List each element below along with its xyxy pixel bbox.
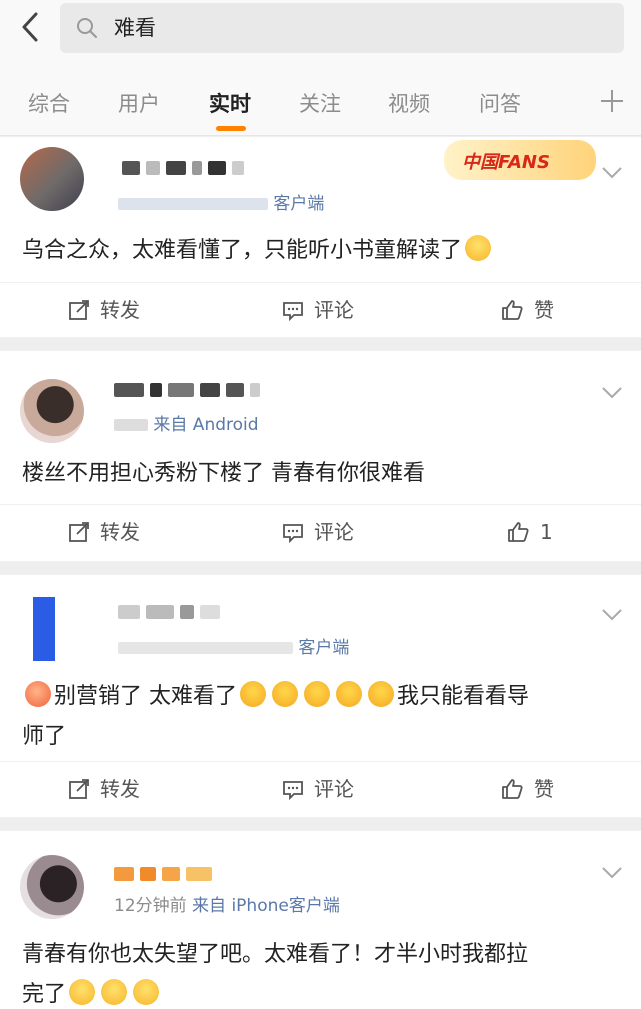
tab-video[interactable]: 视频: [388, 90, 430, 118]
share-icon: [69, 522, 89, 542]
repost-button[interactable]: 转发: [68, 776, 140, 802]
comment-icon: [283, 302, 303, 321]
repost-label: 转发: [100, 777, 140, 801]
post-source: 来自 Android: [153, 415, 259, 435]
thumbs-up-icon: [508, 522, 529, 542]
like-button[interactable]: 赞: [500, 776, 554, 802]
tab-following[interactable]: 关注: [299, 90, 341, 118]
relieved-face-emoji-icon: [133, 979, 160, 1005]
tab-users[interactable]: 用户: [118, 90, 160, 118]
tab-bar: 综合 用户 实时 关注 视频 问答: [0, 72, 641, 136]
thumbs-up-icon: [502, 300, 523, 320]
post-content: 楼丝不用担心秀粉下楼了 青春有你很难看: [22, 454, 611, 494]
post-time: 12分钟前: [114, 896, 187, 916]
comment-icon: [283, 781, 303, 800]
laugh-cry-emoji-icon: [465, 235, 492, 261]
repost-label: 转发: [100, 298, 140, 322]
post-content: 别营销了 太难看了 我只能看看导师了: [22, 677, 611, 757]
like-button[interactable]: 1: [506, 519, 553, 545]
post-content: 乌合之众，太难看懂了，只能听小书童解读了: [22, 231, 611, 271]
upside-down-face-emoji-icon: [304, 681, 330, 707]
badge-text: 中国FANS: [462, 152, 550, 173]
upside-down-face-emoji-icon: [368, 681, 394, 707]
post-content: 青春有你也太失望了吧。太难看了！才半小时我都拉 完了: [22, 935, 611, 1009]
post-text: 完了: [22, 982, 67, 1007]
active-tab-indicator: [216, 126, 246, 131]
repost-button[interactable]: 转发: [68, 519, 140, 545]
avatar[interactable]: [20, 147, 84, 211]
repost-label: 转发: [100, 520, 140, 544]
comment-button[interactable]: 评论: [282, 519, 354, 545]
post-actions: 转发 评论 1: [0, 504, 641, 560]
search-header: 难看: [0, 0, 641, 72]
search-icon: [76, 17, 98, 39]
avatar[interactable]: [20, 597, 84, 661]
search-query: 难看: [114, 16, 156, 40]
like-label: 赞: [534, 298, 554, 322]
like-label: 赞: [534, 777, 554, 801]
upside-down-face-emoji-icon: [336, 681, 362, 707]
post-actions: 转发 评论 赞: [0, 761, 641, 817]
comment-label: 评论: [314, 520, 354, 544]
post-meta: 客户端: [118, 193, 324, 215]
peach-emoji-icon: [25, 681, 51, 707]
add-tab-icon[interactable]: [599, 88, 625, 114]
upside-down-face-emoji-icon: [272, 681, 298, 707]
post-text: 师了: [22, 724, 67, 749]
post-card[interactable]: 来自 Android 楼丝不用担心秀粉下楼了 青春有你很难看 转发 评论 1: [0, 351, 641, 561]
username-blurred[interactable]: [114, 867, 212, 881]
comment-icon: [283, 524, 303, 543]
post-source: 客户端: [298, 638, 350, 658]
share-icon: [69, 300, 89, 320]
tab-realtime[interactable]: 实时: [209, 90, 251, 118]
thumbs-up-icon: [502, 779, 523, 799]
post-source: 客户端: [273, 194, 325, 214]
share-icon: [69, 779, 89, 799]
like-count: 1: [540, 520, 553, 544]
repost-button[interactable]: 转发: [68, 297, 140, 323]
chevron-down-icon[interactable]: [601, 165, 623, 179]
chevron-down-icon[interactable]: [601, 607, 623, 621]
post-meta: 客户端: [118, 637, 349, 659]
username-blurred[interactable]: [114, 383, 260, 397]
username-blurred[interactable]: [122, 161, 244, 175]
post-text: 我只能看看导: [397, 684, 530, 709]
comment-button[interactable]: 评论: [282, 776, 354, 802]
comment-label: 评论: [314, 298, 354, 322]
post-text: 楼丝不用担心秀粉下楼了 青春有你很难看: [22, 461, 425, 486]
comment-button[interactable]: 评论: [282, 297, 354, 323]
search-input[interactable]: 难看: [60, 3, 624, 53]
tab-qa[interactable]: 问答: [479, 90, 521, 118]
avatar[interactable]: [20, 379, 84, 443]
like-button[interactable]: 赞: [500, 297, 554, 323]
comment-label: 评论: [314, 777, 354, 801]
post-card[interactable]: 12分钟前 来自 iPhone客户端 青春有你也太失望了吧。太难看了！才半小时我…: [0, 831, 641, 1009]
username-blurred[interactable]: [118, 605, 220, 619]
upside-down-face-emoji-icon: [240, 681, 266, 707]
post-text: 青春有你也太失望了吧。太难看了！才半小时我都拉: [22, 942, 529, 967]
post-meta: 12分钟前 来自 iPhone客户端: [114, 895, 340, 917]
post-text: 乌合之众，太难看懂了，只能听小书童解读了: [22, 238, 463, 263]
post-actions: 转发 评论 赞: [0, 282, 641, 338]
back-arrow-icon[interactable]: [14, 10, 48, 44]
post-text: 别营销了 太难看了: [54, 684, 237, 709]
post-card[interactable]: 客户端 别营销了 太难看了 我只能看看导师了 转发 评论 赞: [0, 575, 641, 817]
tab-all[interactable]: 综合: [28, 90, 70, 118]
avatar[interactable]: [20, 855, 84, 919]
china-fans-badge: 中国FANS: [444, 140, 596, 180]
relieved-face-emoji-icon: [101, 979, 128, 1005]
post-meta: 来自 Android: [114, 414, 259, 436]
chevron-down-icon[interactable]: [601, 865, 623, 879]
post-source: 来自 iPhone客户端: [192, 896, 340, 916]
relieved-face-emoji-icon: [69, 979, 96, 1005]
chevron-down-icon[interactable]: [601, 385, 623, 399]
post-card[interactable]: 客户端 中国FANS 乌合之众，太难看懂了，只能听小书童解读了 转发 评论 赞: [0, 137, 641, 337]
